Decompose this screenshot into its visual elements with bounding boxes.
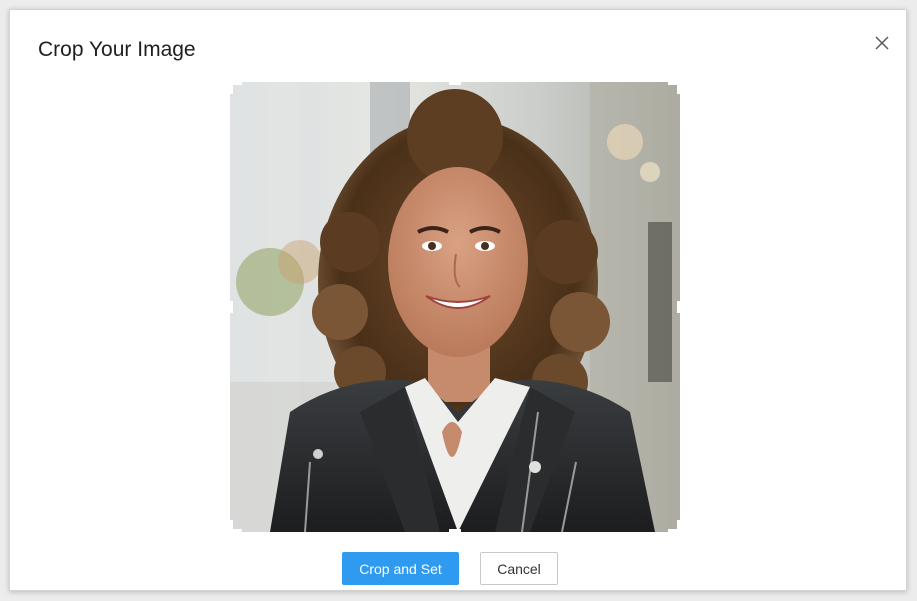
- crop-handle-mid-left[interactable]: [230, 301, 233, 313]
- crop-and-set-button[interactable]: Crop and Set: [342, 552, 459, 585]
- dialog-title: Crop Your Image: [38, 38, 196, 61]
- crop-handle-top-left[interactable]: [230, 82, 233, 94]
- crop-handle-top-mid[interactable]: [449, 82, 461, 85]
- crop-handle-bottom-mid[interactable]: [449, 529, 461, 532]
- cancel-button[interactable]: Cancel: [480, 552, 558, 585]
- crop-handle-top-right[interactable]: [677, 82, 680, 94]
- close-icon[interactable]: [872, 33, 892, 53]
- crop-handle-bottom-left[interactable]: [230, 520, 233, 532]
- crop-image-dialog: Crop Your Image Crop and Set Cancel: [9, 9, 907, 591]
- crop-handle-bottom-right[interactable]: [677, 520, 680, 532]
- crop-area[interactable]: [230, 82, 680, 532]
- crop-handle-mid-right[interactable]: [677, 301, 680, 313]
- cropped-photo: [230, 82, 680, 532]
